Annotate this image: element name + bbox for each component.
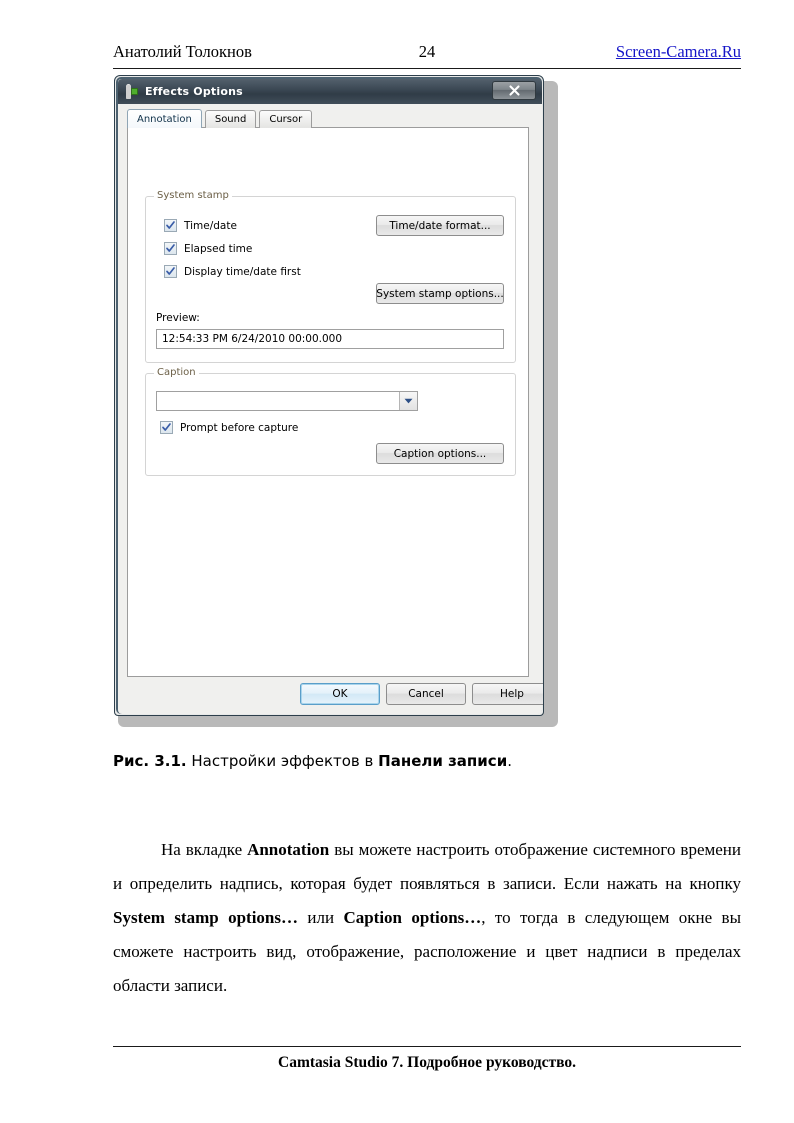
tab-annotation[interactable]: Annotation: [127, 109, 202, 128]
checkbox-prompt-before-capture[interactable]: Prompt before capture: [160, 421, 298, 434]
checkmark-icon: [164, 219, 177, 232]
paragraph-seg1: На вкладке: [161, 840, 248, 859]
header-author: Анатолий Толокнов: [113, 42, 252, 61]
checkmark-icon: [164, 265, 177, 278]
tab-cursor[interactable]: Cursor: [259, 110, 313, 128]
caption-combobox[interactable]: [156, 391, 418, 411]
system-stamp-options-button-label: System stamp options...: [376, 287, 504, 300]
checkmark-icon: [164, 242, 177, 255]
tab-cursor-label: Cursor: [269, 114, 303, 125]
header-site-link[interactable]: Screen-Camera.Ru: [616, 42, 741, 62]
tab-sound-label: Sound: [214, 114, 247, 125]
system-stamp-group: System stamp Time/date Elapsed time Disp…: [145, 190, 516, 363]
figure-caption: Рис. 3.1. Настройки эффектов в Панели за…: [113, 752, 741, 770]
person-camera-icon: [123, 83, 139, 100]
caption-options-button-label: Caption options...: [393, 447, 487, 460]
close-icon[interactable]: [492, 81, 536, 100]
dialog-button-bar: OK Cancel Help: [118, 678, 543, 712]
preview-value: 12:54:33 PM 6/24/2010 00:00.000: [162, 333, 343, 345]
dialog-tabstrip: Annotation Sound Cursor: [127, 109, 529, 128]
caption-group: Caption Prompt before capture Caption op…: [145, 367, 516, 476]
figure-caption-bold-2: Панели записи: [378, 752, 508, 770]
checkbox-time-date[interactable]: Time/date: [164, 219, 237, 232]
checkbox-display-time-date-first[interactable]: Display time/date first: [164, 265, 301, 278]
dialog-title: Effects Options: [145, 85, 243, 98]
footer-text: Camtasia Studio 7. Подробное руководство…: [278, 1054, 576, 1071]
dialog-titlebar: Effects Options: [118, 79, 542, 104]
system-stamp-group-title: System stamp: [154, 190, 232, 201]
help-button[interactable]: Help: [472, 683, 543, 705]
body-paragraph: На вкладке Annotation вы можете настроит…: [113, 833, 741, 1003]
effects-options-dialog: Effects Options Annotation Sound Cursor: [114, 75, 544, 716]
time-date-format-button[interactable]: Time/date format...: [376, 215, 504, 236]
checkbox-prompt-before-capture-label: Prompt before capture: [180, 421, 299, 434]
figure-caption-text-1: Настройки эффектов в: [186, 752, 379, 770]
tab-sound[interactable]: Sound: [204, 110, 257, 128]
caption-options-button[interactable]: Caption options...: [376, 443, 504, 464]
time-date-format-button-label: Time/date format...: [389, 219, 491, 232]
cancel-button-label: Cancel: [408, 688, 444, 700]
checkbox-time-date-label: Time/date: [184, 219, 237, 232]
page-footer: Camtasia Studio 7. Подробное руководство…: [113, 1046, 741, 1072]
figure-caption-text-3: .: [507, 752, 512, 770]
header-page-number: 24: [418, 42, 436, 61]
figure-caption-label: Рис. 3.1.: [113, 752, 187, 770]
caption-group-title: Caption: [154, 367, 199, 378]
ok-button[interactable]: OK: [300, 683, 380, 705]
page-header: Анатолий Толокнов 24 Screen-Camera.Ru: [113, 42, 741, 69]
figure-screenshot: Effects Options Annotation Sound Cursor: [114, 75, 558, 727]
checkmark-icon: [160, 421, 173, 434]
cancel-button[interactable]: Cancel: [386, 683, 466, 705]
paragraph-bold1: Annotation: [247, 840, 330, 859]
chevron-down-icon[interactable]: [399, 392, 417, 410]
checkbox-elapsed-time-label: Elapsed time: [184, 242, 253, 255]
annotation-tab-page: System stamp Time/date Elapsed time Disp…: [127, 127, 529, 677]
system-stamp-options-button[interactable]: System stamp options...: [376, 283, 504, 304]
checkbox-elapsed-time[interactable]: Elapsed time: [164, 242, 252, 255]
preview-textbox[interactable]: 12:54:33 PM 6/24/2010 00:00.000: [156, 329, 504, 349]
paragraph-seg3: или: [298, 908, 344, 927]
paragraph-bold3: Caption options…: [343, 908, 482, 927]
preview-label: Preview:: [156, 312, 200, 324]
tab-annotation-label: Annotation: [137, 113, 192, 125]
checkbox-display-time-date-first-label: Display time/date first: [184, 265, 301, 278]
paragraph-bold2: System stamp options…: [113, 908, 298, 927]
ok-button-label: OK: [332, 688, 348, 700]
help-button-label: Help: [500, 688, 524, 700]
